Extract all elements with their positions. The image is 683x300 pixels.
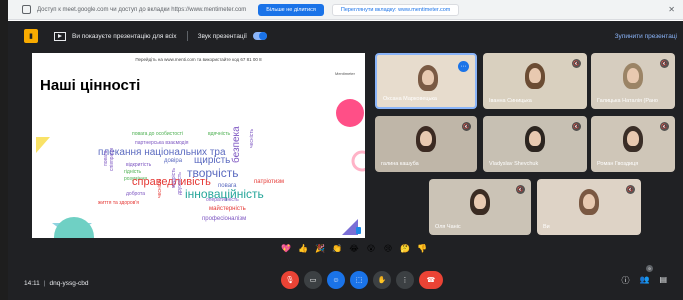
participant-tile[interactable]: Іванна Синицька 🔇 [483, 53, 587, 109]
word-cloud-word: партнерська взаємодія [135, 140, 189, 146]
word-cloud-word: чесність [249, 128, 255, 148]
sharing-infobar: Доступ к meet.google.com чи доступ до вк… [8, 0, 683, 20]
share-tab-icon [22, 5, 31, 14]
slide-indicator [356, 227, 361, 234]
word-cloud-word: вдячність [208, 131, 231, 137]
word-cloud-word: довіра [164, 158, 183, 164]
participant-tile[interactable]: Ви 🔇 [537, 179, 641, 235]
mic-off-icon[interactable]: 🎙 [281, 271, 299, 289]
word-cloud-word: безпека [231, 126, 242, 163]
word-cloud-word: патріотизм [254, 179, 285, 185]
reaction-emoji-icon[interactable]: 👏 [331, 244, 343, 256]
word-cloud-word: мудрість [171, 167, 177, 188]
info-icon[interactable]: ⓘ [621, 275, 629, 286]
divider [186, 31, 188, 41]
word-cloud-word: чесність [157, 178, 163, 198]
word-cloud-word: майстерність [209, 206, 246, 212]
reaction-emoji-icon[interactable]: 🤔 [399, 244, 411, 256]
reaction-emoji-icon[interactable]: 💖 [280, 244, 292, 256]
word-cloud-word: доброта [126, 191, 146, 197]
people-icon[interactable]: 👥 [639, 275, 649, 286]
participant-face [583, 194, 595, 209]
mic-muted-icon: 🔇 [660, 122, 669, 131]
close-icon[interactable]: ✕ [668, 5, 675, 14]
switch-tab-button[interactable]: Переглянути вкладку: www.mentimeter.com [331, 3, 460, 16]
participant-tile[interactable]: Оля Чаніс 🔇 [429, 179, 531, 235]
more-options-icon[interactable]: ⋯ [458, 61, 469, 72]
clock: 14:11 [24, 280, 40, 287]
participant-face [420, 131, 432, 146]
participant-name: Оксана Марковецька [383, 96, 437, 102]
reactions-bar: 💖 👍 🎉 👏 😂 😮 😢 🤔 👎 [280, 244, 428, 256]
side-controls: ⓘ 👥 ▤ [621, 275, 667, 286]
word-cloud-word: щирість [194, 155, 231, 166]
stop-sharing-button[interactable]: Більше не ділитися [258, 3, 324, 16]
participant-face [529, 68, 541, 83]
word-cloud-word: повага до особистості [132, 131, 184, 137]
participant-face [627, 68, 639, 83]
participant-tile[interactable]: Галицька Наталія (Рано 🔇 [591, 53, 675, 109]
mic-muted-icon: 🔇 [572, 59, 581, 68]
divider: | [43, 280, 46, 287]
word-cloud-word: гідність [124, 169, 142, 175]
raise-hand-icon[interactable]: ✋ [373, 271, 391, 289]
shared-slide: Перейдіть на www.menti.com та використай… [32, 53, 365, 238]
word-cloud-word: професіоналізм [202, 216, 247, 222]
captions-icon[interactable]: ☺ [327, 271, 345, 289]
mic-muted-icon: 🔇 [626, 185, 635, 194]
participant-name: галина кашуба [381, 161, 419, 167]
participant-name: Оля Чаніс [435, 224, 461, 230]
sound-toggle[interactable] [252, 32, 267, 40]
participant-name: Роман Гвоздиця [597, 161, 639, 167]
reaction-emoji-icon[interactable]: 👍 [297, 244, 309, 256]
camera-icon[interactable]: ▭ [304, 271, 322, 289]
more-options-icon[interactable]: ⋮ [396, 271, 414, 289]
meeting-code: dnq-yssg-cbd [49, 280, 89, 287]
participant-face [474, 194, 486, 209]
word-cloud-word: повага [218, 183, 237, 189]
participant-name: Vladyslav Shevchuk [489, 161, 539, 167]
sharing-message: Доступ к meet.google.com чи доступ до вк… [37, 6, 247, 13]
meet-window: ▮ Ви показуєте презентацію для всіх Звук… [8, 21, 683, 300]
participant-name: Ви [543, 224, 550, 230]
word-cloud-word: відкритість [126, 162, 152, 168]
reaction-emoji-icon[interactable]: 😢 [382, 244, 394, 256]
hang-up-icon[interactable]: ☎ [419, 271, 443, 289]
participant-tile[interactable]: галина кашуба 🔇 [375, 116, 477, 172]
reaction-emoji-icon[interactable]: 👎 [416, 244, 428, 256]
participant-tile[interactable]: Оксана Марковецька ⋯ [375, 53, 477, 109]
reaction-emoji-icon[interactable]: 🎉 [314, 244, 326, 256]
present-now-icon[interactable]: ⬚ [350, 271, 368, 289]
mic-muted-icon: 🔇 [660, 59, 669, 68]
word-cloud-word: життя та здоров'я [98, 200, 139, 206]
participant-name: Галицька Наталія (Рано [597, 98, 658, 104]
participant-tile[interactable]: Роман Гвоздиця 🔇 [591, 116, 675, 172]
call-controls: 🎙 ▭ ☺ ⬚ ✋ ⋮ ☎ [281, 271, 443, 289]
presenting-text: Ви показуєте презентацію для всіх [72, 32, 177, 40]
chat-icon[interactable]: ▤ [659, 275, 667, 286]
stop-presenting-button[interactable]: Зупинити презентаці [615, 33, 677, 40]
mic-muted-icon: 🔇 [462, 122, 471, 131]
presentation-bar: ▮ Ви показуєте презентацію для всіх Звук… [8, 21, 683, 51]
word-cloud: повага до особистості вдячність партнерськ… [32, 53, 365, 238]
reaction-emoji-icon[interactable]: 😂 [348, 244, 360, 256]
sound-label: Звук презентації [197, 32, 247, 40]
people-count-badge: 9 [646, 265, 653, 272]
left-edge [0, 0, 8, 300]
participant-face [529, 131, 541, 146]
word-cloud-word: оперативність [206, 197, 239, 203]
word-cloud-word: співпраця [109, 148, 115, 171]
mic-muted-icon: 🔇 [516, 185, 525, 194]
screen: Доступ к meet.google.com чи доступ до вк… [0, 0, 683, 300]
reaction-emoji-icon[interactable]: 😮 [365, 244, 377, 256]
mic-muted-icon: 🔇 [572, 122, 581, 131]
word-cloud-word: дружність [177, 172, 183, 195]
participant-face [422, 70, 434, 85]
meet-logo-icon: ▮ [24, 29, 38, 43]
participant-tile[interactable]: Vladyslav Shevchuk 🔇 [483, 116, 587, 172]
participant-face [627, 131, 639, 146]
participant-name: Іванна Синицька [489, 98, 532, 104]
present-icon [54, 31, 66, 41]
